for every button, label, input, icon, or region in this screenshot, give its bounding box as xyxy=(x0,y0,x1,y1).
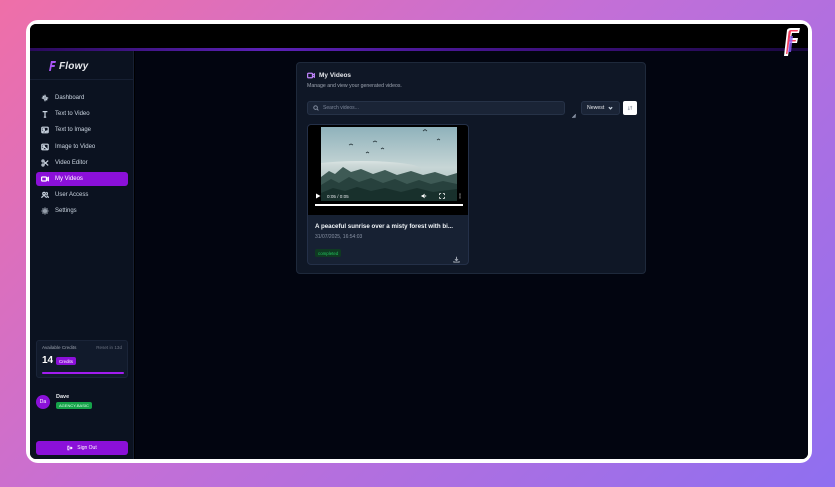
gear-icon xyxy=(41,207,49,215)
search-icon xyxy=(313,105,319,111)
sidebar-nav: Dashboard Text to Video Text to Image Im… xyxy=(36,91,128,221)
image-video-icon xyxy=(41,143,49,150)
sidebar-item-label: Text to Image xyxy=(55,127,92,134)
sidebar-item-label: Text to Video xyxy=(55,111,90,118)
avatar: Da xyxy=(36,395,50,409)
sidebar-item-label: User Access xyxy=(55,192,89,199)
flowy-logo-icon xyxy=(49,61,56,71)
credits-title: Available Credits xyxy=(42,345,77,350)
download-button[interactable] xyxy=(453,250,460,263)
credits-badge: Credits xyxy=(56,357,76,365)
video-title: A peaceful sunrise over a misty forest w… xyxy=(315,223,453,230)
sidebar-item-label: Dashboard xyxy=(55,95,85,101)
dashboard-icon xyxy=(41,94,49,102)
video-control-buttons xyxy=(421,193,465,199)
download-icon xyxy=(453,256,460,263)
brand-logo[interactable]: Flowy xyxy=(47,59,88,73)
video-progress-fill xyxy=(315,204,463,206)
video-controls: 0:05 / 0:05 xyxy=(308,189,468,215)
divider xyxy=(30,79,134,80)
play-icon[interactable] xyxy=(315,193,321,199)
search-input[interactable] xyxy=(323,105,553,111)
image-icon xyxy=(41,126,49,134)
top-bar xyxy=(30,24,808,50)
brand-name: Flowy xyxy=(59,60,89,72)
my-videos-panel: My Videos Manage and view your generated… xyxy=(296,62,646,274)
sort-order-icon xyxy=(627,105,633,111)
sort-icon xyxy=(571,106,577,119)
text-icon xyxy=(42,111,48,118)
scissors-icon xyxy=(41,159,49,167)
volume-icon[interactable] xyxy=(421,193,427,199)
sign-out-button[interactable]: Sign Out xyxy=(36,441,128,455)
credits-progress-fill xyxy=(42,372,124,374)
sidebar-item-my-videos[interactable]: My Videos xyxy=(36,171,128,186)
plan-badge: AGENCY-BASIC xyxy=(56,402,92,409)
credits-progress-bar xyxy=(42,372,124,374)
sidebar-item-video-editor[interactable]: Video Editor xyxy=(36,156,128,170)
sidebar: Flowy Dashboard Text to Video Text to Im… xyxy=(30,51,134,459)
sidebar-item-user-access[interactable]: User Access xyxy=(36,188,128,202)
sidebar-item-image-to-video[interactable]: Image to Video xyxy=(36,140,128,154)
app-screen: Flowy Dashboard Text to Video Text to Im… xyxy=(30,24,808,459)
app-corner-logo-icon xyxy=(784,28,800,56)
sign-out-icon xyxy=(67,445,74,451)
video-controls-row: 0:05 / 0:05 xyxy=(315,191,465,201)
panel-header: My Videos xyxy=(307,72,351,79)
video-time: 0:05 / 0:05 xyxy=(327,193,349,199)
sidebar-item-text-to-video[interactable]: Text to Video xyxy=(36,107,128,121)
search-box[interactable] xyxy=(307,101,565,115)
sort-order-button[interactable] xyxy=(623,101,637,115)
more-options-icon[interactable] xyxy=(457,193,463,199)
page-title: My Videos xyxy=(319,72,352,79)
fullscreen-icon[interactable] xyxy=(439,193,445,199)
sort-select[interactable]: Newest xyxy=(581,101,620,115)
user-profile[interactable]: Da Dave AGENCY-BASIC xyxy=(36,392,128,414)
video-card[interactable]: 0:05 / 0:05 A peaceful sunrise over a mi… xyxy=(307,124,469,265)
video-progress-bar[interactable] xyxy=(315,204,463,206)
video-player[interactable]: 0:05 / 0:05 xyxy=(308,125,468,215)
sidebar-item-settings[interactable]: Settings xyxy=(36,204,128,218)
sign-out-label: Sign Out xyxy=(77,445,97,451)
video-date: 31/07/2025, 16:54:03 xyxy=(315,234,363,240)
status-badge: completed xyxy=(315,249,342,257)
video-icon xyxy=(307,72,315,79)
credits-count: 14 xyxy=(42,355,54,366)
users-icon xyxy=(41,191,49,199)
sidebar-item-label: Image to Video xyxy=(55,143,96,150)
user-name: Dave xyxy=(56,394,70,400)
sidebar-item-label: Settings xyxy=(55,208,77,215)
sidebar-item-dashboard[interactable]: Dashboard xyxy=(36,91,128,105)
sort-value: Newest xyxy=(587,105,605,111)
filter-icon xyxy=(571,113,577,119)
chevron-down-icon xyxy=(608,106,613,110)
main-content: My Videos Manage and view your generated… xyxy=(135,51,808,459)
sidebar-item-label: My Videos xyxy=(55,175,83,182)
sidebar-item-text-to-image[interactable]: Text to Image xyxy=(36,123,128,137)
credits-reset: Reset in 13d xyxy=(96,345,122,350)
page-subtitle: Manage and view your generated videos. xyxy=(307,83,402,89)
video-icon xyxy=(41,176,49,182)
credits-card: Available Credits Reset in 13d 14 Credit… xyxy=(36,340,128,378)
sidebar-item-label: Video Editor xyxy=(55,159,88,166)
